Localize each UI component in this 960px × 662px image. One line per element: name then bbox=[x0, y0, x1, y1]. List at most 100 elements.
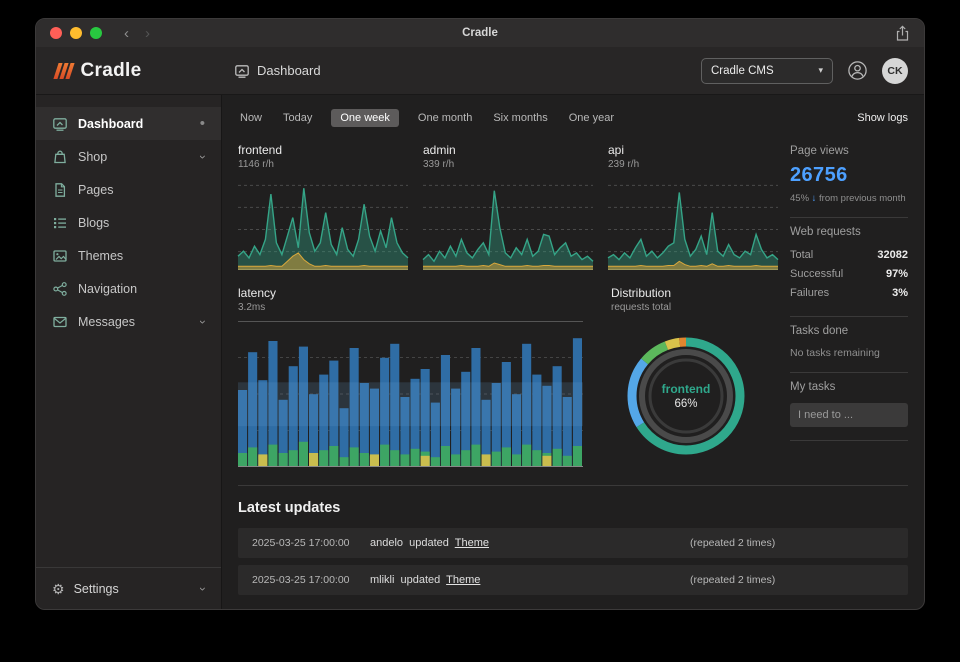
latest-updates-section: Latest updates 2025-03-25 17:00:00 andel… bbox=[238, 485, 908, 602]
tab-now[interactable]: Now bbox=[238, 109, 264, 127]
back-icon[interactable]: ‹ bbox=[124, 26, 129, 41]
sidebar-item-themes[interactable]: Themes bbox=[36, 239, 221, 272]
sidebar-item-label: Themes bbox=[78, 249, 123, 263]
web-requests-label: Web requests bbox=[790, 226, 908, 238]
page-views-label: Page views bbox=[790, 145, 908, 157]
change-pct: 45% bbox=[790, 193, 809, 204]
chart-title: admin bbox=[423, 143, 593, 157]
show-logs-button[interactable]: Show logs bbox=[857, 112, 908, 124]
tasks-done-label: Tasks done bbox=[790, 325, 908, 337]
my-tasks-label: My tasks bbox=[790, 381, 908, 393]
sidebar-item-dashboard[interactable]: Dashboard • bbox=[36, 107, 221, 140]
titlebar: ‹ › Cradle bbox=[36, 19, 924, 47]
forward-icon[interactable]: › bbox=[145, 26, 150, 41]
account-icon[interactable] bbox=[847, 60, 868, 81]
update-target-link[interactable]: Theme bbox=[455, 537, 489, 549]
new-task-input[interactable] bbox=[790, 403, 908, 427]
themes-icon bbox=[52, 248, 68, 264]
stats-panel: Page views 26756 45% ↓ from previous mon… bbox=[790, 143, 908, 471]
tasks-done-block: Tasks done No tasks remaining bbox=[790, 317, 908, 373]
my-tasks-block: My tasks bbox=[790, 373, 908, 441]
sidebar-item-label: Navigation bbox=[78, 282, 137, 296]
app-header: Cradle Dashboard Cradle CMS ▾ CK bbox=[36, 47, 924, 95]
tab-one-month[interactable]: One month bbox=[416, 109, 474, 127]
update-action: updated bbox=[409, 537, 449, 549]
chart-title: Distribution bbox=[611, 286, 776, 300]
app-window: ‹ › Cradle Cradle Dashboard Cradle CMS ▾ bbox=[35, 18, 925, 610]
caret-down-icon: ▾ bbox=[818, 65, 823, 76]
chart-admin: admin 339 r/h bbox=[423, 143, 593, 270]
page-title: Dashboard bbox=[257, 63, 321, 78]
stat-row-total: Total 32082 bbox=[790, 246, 908, 265]
stat-label: Failures bbox=[790, 284, 829, 303]
chart-frontend: frontend 1146 r/h bbox=[238, 143, 408, 270]
chart-subtitle: requests total bbox=[611, 302, 776, 313]
update-action: updated bbox=[401, 574, 441, 586]
chart-rate: 239 r/h bbox=[608, 159, 778, 170]
messages-icon bbox=[52, 314, 68, 330]
update-message: mlikli updated Theme bbox=[370, 574, 690, 586]
api-spark-chart bbox=[608, 178, 778, 270]
chart-api: api 239 r/h bbox=[608, 143, 778, 270]
chevron-down-icon: › bbox=[196, 155, 210, 159]
window-title: Cradle bbox=[36, 27, 924, 39]
update-user: mlikli bbox=[370, 574, 394, 586]
dashboard-icon bbox=[52, 116, 68, 132]
latency-bar-chart bbox=[238, 321, 583, 467]
sidebar: Dashboard • Shop › Pages Blogs Themes bbox=[36, 95, 222, 609]
zoom-button[interactable] bbox=[90, 27, 102, 39]
sidebar-item-label: Shop bbox=[78, 150, 107, 164]
web-requests-block: Web requests Total 32082 Successful 97% bbox=[790, 218, 908, 317]
update-message: andelo updated Theme bbox=[370, 537, 690, 549]
workspace-select-value: Cradle CMS bbox=[711, 65, 774, 77]
tasks-done-note: No tasks remaining bbox=[790, 347, 908, 359]
page-views-value: 26756 bbox=[790, 164, 908, 187]
frontend-spark-chart bbox=[238, 178, 408, 270]
sidebar-item-settings[interactable]: ⚙ Settings › bbox=[36, 567, 221, 609]
update-row: 2025-03-25 17:00:00 mlikli updated Theme… bbox=[238, 565, 908, 595]
main-content: Now Today One week One month Six months … bbox=[222, 95, 924, 609]
chart-title: frontend bbox=[238, 143, 408, 157]
shop-icon bbox=[52, 149, 68, 165]
tab-one-week[interactable]: One week bbox=[331, 109, 399, 127]
sidebar-item-label: Messages bbox=[78, 315, 135, 329]
stat-row-successful: Successful 97% bbox=[790, 265, 908, 284]
blogs-icon bbox=[52, 215, 68, 231]
tab-one-year[interactable]: One year bbox=[567, 109, 616, 127]
stat-value: 3% bbox=[892, 284, 908, 303]
settings-label: Settings bbox=[74, 582, 119, 596]
tab-today[interactable]: Today bbox=[281, 109, 314, 127]
update-timestamp: 2025-03-25 17:00:00 bbox=[252, 574, 370, 586]
avatar[interactable]: CK bbox=[882, 58, 908, 84]
chart-rate: 1146 r/h bbox=[238, 159, 408, 170]
chevron-down-icon: › bbox=[196, 587, 210, 591]
workspace-select[interactable]: Cradle CMS ▾ bbox=[701, 58, 833, 84]
chart-rate: 3.2ms bbox=[238, 302, 583, 313]
sidebar-item-shop[interactable]: Shop › bbox=[36, 140, 221, 173]
pages-icon bbox=[52, 182, 68, 198]
time-filter-row: Now Today One week One month Six months … bbox=[238, 105, 908, 131]
dashboard-icon bbox=[234, 63, 250, 79]
sidebar-item-navigation[interactable]: Navigation bbox=[36, 272, 221, 305]
update-note: (repeated 2 times) bbox=[690, 537, 775, 549]
tab-six-months[interactable]: Six months bbox=[491, 109, 549, 127]
update-note: (repeated 2 times) bbox=[690, 574, 775, 586]
stat-value: 32082 bbox=[877, 246, 908, 265]
sidebar-item-pages[interactable]: Pages bbox=[36, 173, 221, 206]
update-row: 2025-03-25 17:00:00 andelo updated Theme… bbox=[238, 528, 908, 558]
close-button[interactable] bbox=[50, 27, 62, 39]
update-target-link[interactable]: Theme bbox=[446, 574, 480, 586]
brand: Cradle bbox=[36, 60, 222, 82]
update-timestamp: 2025-03-25 17:00:00 bbox=[252, 537, 370, 549]
share-icon[interactable] bbox=[895, 25, 910, 42]
sidebar-item-messages[interactable]: Messages › bbox=[36, 305, 221, 338]
minimize-button[interactable] bbox=[70, 27, 82, 39]
sidebar-item-label: Dashboard bbox=[78, 117, 143, 131]
chart-rate: 339 r/h bbox=[423, 159, 593, 170]
sidebar-item-blogs[interactable]: Blogs bbox=[36, 206, 221, 239]
update-user: andelo bbox=[370, 537, 403, 549]
page-indicator: Dashboard bbox=[234, 63, 321, 79]
cradle-logo-icon bbox=[56, 63, 72, 79]
navigation-icon bbox=[52, 281, 68, 297]
sidebar-item-label: Pages bbox=[78, 183, 113, 197]
